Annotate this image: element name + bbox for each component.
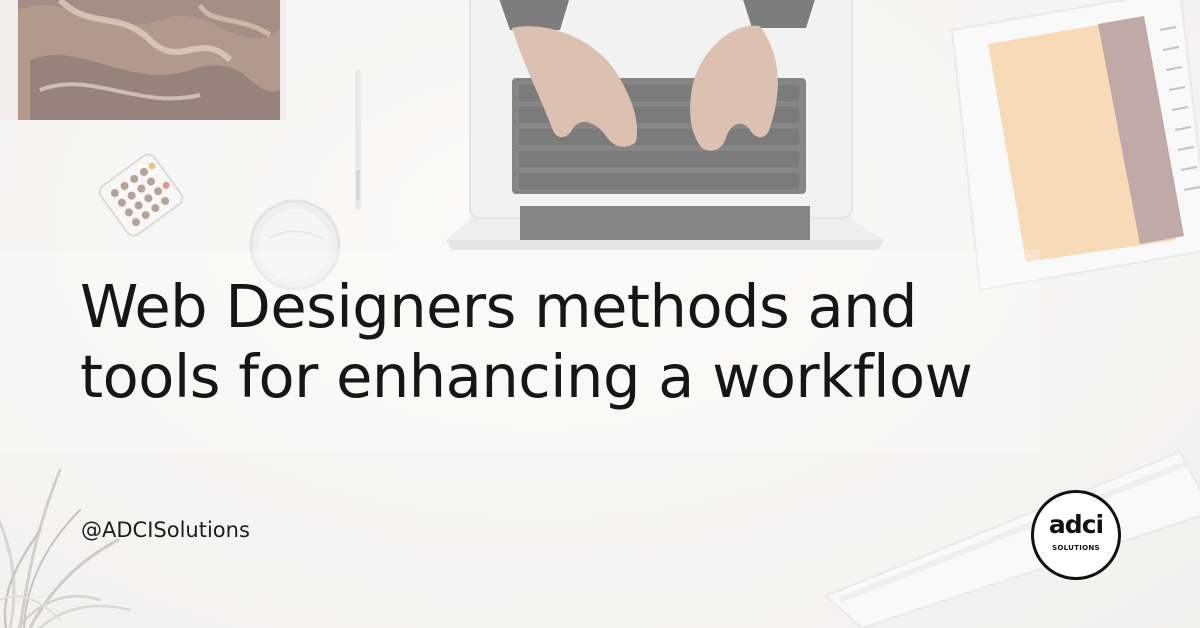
headline: Web Designers methods and tools for enha… bbox=[80, 272, 973, 412]
headline-line-1: Web Designers methods and bbox=[80, 272, 917, 341]
social-banner: Web Designers methods and tools for enha… bbox=[0, 0, 1200, 628]
brand-logo-word: adci bbox=[1048, 510, 1104, 539]
brand-logo: adci SOLUTIONS bbox=[1031, 490, 1121, 580]
brand-logo-subtitle: SOLUTIONS bbox=[1052, 544, 1100, 552]
headline-line-2: tools for enhancing a workflow bbox=[80, 342, 973, 411]
social-handle: @ADCISolutions bbox=[81, 518, 250, 542]
